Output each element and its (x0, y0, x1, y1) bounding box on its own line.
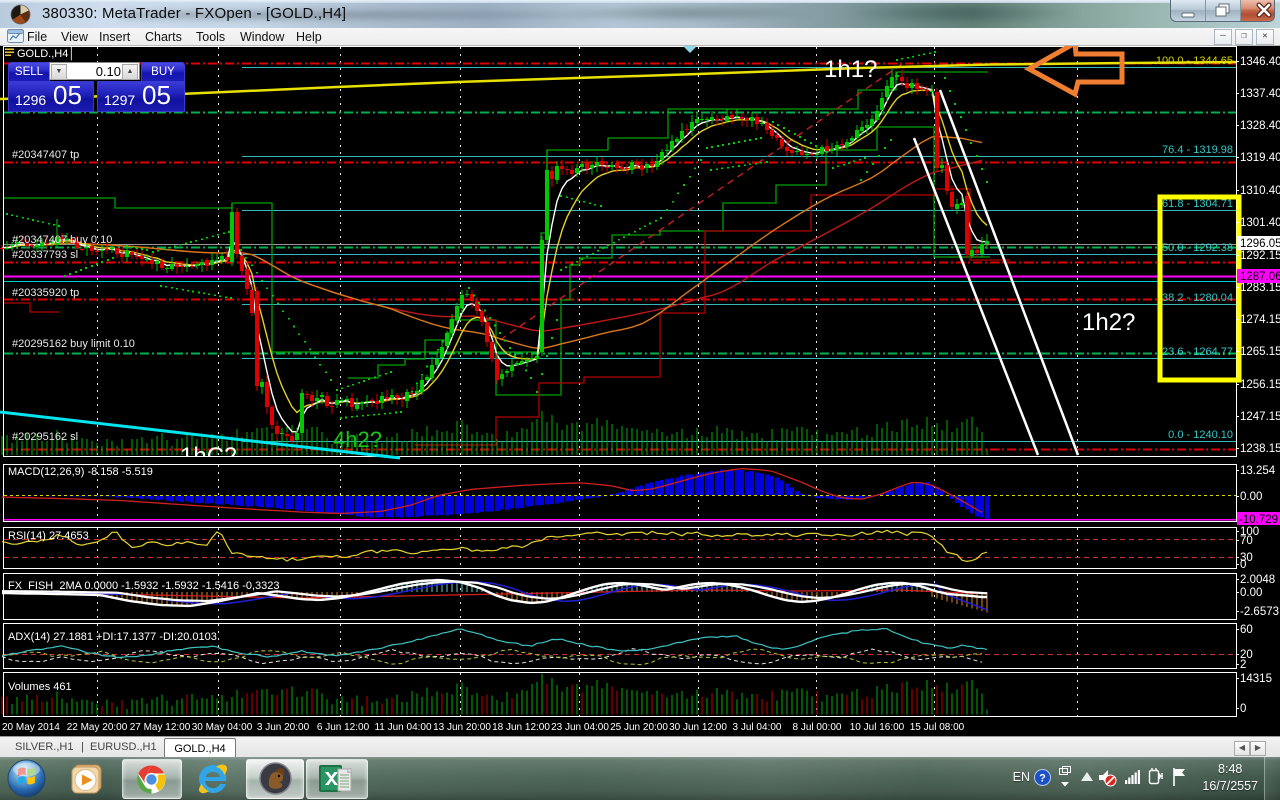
svg-text:1319.40: 1319.40 (1240, 152, 1280, 164)
svg-text:1310.40: 1310.40 (1240, 185, 1280, 197)
svg-text:25 Jun 20:00: 25 Jun 20:00 (610, 722, 668, 733)
svg-text:10 Jul 16:00: 10 Jul 16:00 (850, 722, 905, 733)
svg-text:FX_FISH_2MA 0.0000 -1.5932 -1.: FX_FISH_2MA 0.0000 -1.5932 -1.5932 -1.54… (8, 580, 280, 592)
svg-text:50.0 - 1292.38: 50.0 - 1292.38 (1162, 242, 1233, 254)
svg-text:3 Jun 20:00: 3 Jun 20:00 (257, 722, 310, 733)
svg-text:1h1?: 1h1? (824, 56, 877, 83)
svg-text:-10.729: -10.729 (1239, 514, 1278, 526)
svg-text:30 May 04:00: 30 May 04:00 (192, 722, 253, 733)
svg-text:8 Jul 00:00: 8 Jul 00:00 (793, 722, 842, 733)
svg-text:1265.15: 1265.15 (1240, 346, 1280, 358)
svg-text:30 Jun 12:00: 30 Jun 12:00 (669, 722, 727, 733)
svg-text:1247.15: 1247.15 (1240, 411, 1280, 423)
svg-text:-2.6573: -2.6573 (1240, 606, 1279, 618)
svg-text:1292.15: 1292.15 (1240, 250, 1280, 262)
svg-text:15 Jul 08:00: 15 Jul 08:00 (910, 722, 965, 733)
svg-text:70: 70 (1240, 535, 1253, 547)
svg-text:1238.15: 1238.15 (1240, 443, 1280, 455)
svg-text:11 Jun 04:00: 11 Jun 04:00 (374, 722, 432, 733)
svg-text:2.0048: 2.0048 (1240, 574, 1275, 586)
svg-text:GOLD.,H4│: GOLD.,H4│ (17, 46, 75, 61)
svg-text:#20347407 buy 0.10: #20347407 buy 0.10 (12, 234, 112, 246)
svg-text:1337.40: 1337.40 (1240, 88, 1280, 100)
svg-text:20 May 2014: 20 May 2014 (2, 722, 60, 733)
svg-text:1346.40: 1346.40 (1240, 56, 1280, 68)
svg-text:?: ? (1039, 773, 1046, 785)
svg-text:23.6 - 1264.77: 23.6 - 1264.77 (1162, 346, 1233, 358)
svg-text:60: 60 (1240, 624, 1253, 636)
svg-text:MACD(12,26,9) -8.158 -5.519: MACD(12,26,9) -8.158 -5.519 (8, 466, 153, 478)
svg-text:#20335920 tp: #20335920 tp (12, 287, 79, 299)
svg-text:0.00: 0.00 (1240, 491, 1262, 503)
svg-text:1301.40: 1301.40 (1240, 217, 1280, 229)
svg-text:27 May 12:00: 27 May 12:00 (130, 722, 191, 733)
svg-text:1274.15: 1274.15 (1240, 314, 1280, 326)
svg-text:2: 2 (1240, 659, 1246, 671)
svg-text:0: 0 (1240, 703, 1246, 715)
svg-text:#20337793 sl: #20337793 sl (12, 249, 78, 261)
svg-text:1287.06: 1287.06 (1240, 271, 1280, 283)
svg-text:#20295162 sl: #20295162 sl (12, 431, 78, 443)
svg-text:1h2?: 1h2? (1082, 309, 1135, 336)
svg-text:4h2?: 4h2? (333, 427, 382, 452)
svg-text:3 Jul 04:00: 3 Jul 04:00 (733, 722, 782, 733)
svg-text:0.0 - 1240.10: 0.0 - 1240.10 (1168, 429, 1233, 441)
svg-text:1328.40: 1328.40 (1240, 120, 1280, 132)
svg-text:1hC2: 1hC2 (180, 443, 237, 470)
svg-text:13.254: 13.254 (1240, 465, 1276, 477)
svg-text:1296.05: 1296.05 (1240, 238, 1280, 250)
svg-text:18 Jun 12:00: 18 Jun 12:00 (492, 722, 550, 733)
svg-text:76.4 - 1319.98: 76.4 - 1319.98 (1162, 144, 1233, 156)
svg-text:Volumes 461: Volumes 461 (8, 681, 72, 693)
svg-text:6 Jun 12:00: 6 Jun 12:00 (317, 722, 370, 733)
svg-text:22 May 20:00: 22 May 20:00 (67, 722, 128, 733)
svg-text:13 Jun 20:00: 13 Jun 20:00 (433, 722, 491, 733)
svg-text:ADX(14) 27.1881 +DI:17.1377 -D: ADX(14) 27.1881 +DI:17.1377 -DI:20.0103 (8, 631, 217, 643)
svg-text:38.2 - 1280.04: 38.2 - 1280.04 (1162, 292, 1233, 304)
svg-text:0: 0 (1240, 559, 1246, 571)
svg-text:14315: 14315 (1240, 673, 1272, 685)
svg-text:1283.15: 1283.15 (1240, 282, 1280, 294)
svg-text:23 Jun 04:00: 23 Jun 04:00 (551, 722, 609, 733)
svg-text:RSI(14) 27.4653: RSI(14) 27.4653 (8, 530, 89, 542)
svg-text:61.8 - 1304.71: 61.8 - 1304.71 (1162, 198, 1233, 210)
svg-text:#20347407 tp: #20347407 tp (12, 149, 79, 161)
svg-text:100.0 - 1344.65: 100.0 - 1344.65 (1156, 55, 1233, 67)
svg-text:0.00: 0.00 (1240, 587, 1262, 599)
svg-text:1256.15: 1256.15 (1240, 379, 1280, 391)
svg-text:#20295162 buy limit 0.10: #20295162 buy limit 0.10 (12, 338, 135, 350)
